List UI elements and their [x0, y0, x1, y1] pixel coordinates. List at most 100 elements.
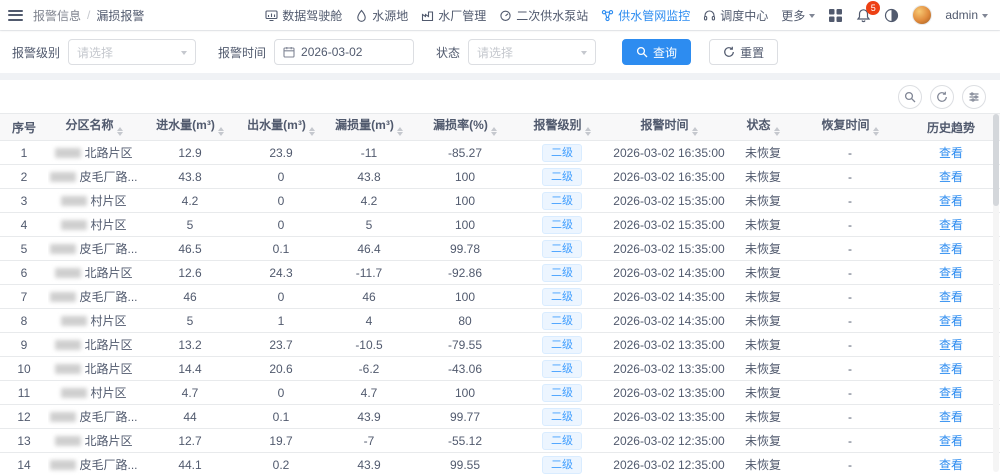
nav-data-cockpit[interactable]: 数据驾驶舱 — [265, 7, 342, 24]
query-button[interactable]: 查询 — [622, 39, 692, 65]
alarm-level-select[interactable]: 请选择 — [68, 39, 197, 65]
col-level[interactable]: 报警级别 — [514, 113, 610, 141]
cell-status: 未恢复 — [728, 284, 798, 309]
theme-icon[interactable] — [884, 8, 899, 23]
vertical-scrollbar[interactable] — [993, 114, 999, 472]
cell-alarm-time: 2026-03-02 14:35:00 — [610, 260, 728, 285]
status-label: 状态 — [436, 45, 461, 60]
cell-inflow: 14.4 — [140, 356, 240, 381]
sort-icon[interactable] — [396, 124, 403, 139]
cell-outflow: 0 — [240, 164, 322, 189]
cell-outflow: 0 — [240, 284, 322, 309]
cell-alarm-time: 2026-03-02 14:35:00 — [610, 308, 728, 333]
view-link[interactable]: 查看 — [939, 218, 963, 232]
sort-icon[interactable] — [308, 124, 315, 139]
cell-inflow: 12.6 — [140, 260, 240, 285]
cell-outflow: 0 — [240, 212, 322, 237]
cell-zone: 北路片区 — [48, 332, 140, 357]
cell-alarm-time: 2026-03-02 15:35:00 — [610, 236, 728, 261]
nav-water-source[interactable]: 水源地 — [355, 7, 408, 24]
alarm-level-label: 报警级别 — [12, 45, 61, 60]
sort-icon[interactable] — [872, 124, 879, 139]
view-link[interactable]: 查看 — [939, 290, 963, 304]
cell-zone: 皮毛厂路... — [48, 164, 140, 189]
sort-icon[interactable] — [691, 124, 698, 139]
scrollbar-thumb[interactable] — [993, 114, 999, 206]
col-loss[interactable]: 漏损量(m³) — [322, 113, 416, 141]
column-settings-icon[interactable] — [962, 85, 986, 109]
col-recover-time[interactable]: 恢复时间 — [798, 113, 902, 141]
cell-outflow: 19.7 — [240, 428, 322, 453]
cell-zone: 北路片区 — [48, 260, 140, 285]
sort-icon[interactable] — [490, 124, 497, 139]
view-link[interactable]: 查看 — [939, 338, 963, 352]
view-link[interactable]: 查看 — [939, 362, 963, 376]
cell-recover-time: - — [798, 140, 902, 165]
chevron-down-icon — [581, 50, 588, 58]
cell-status: 未恢复 — [728, 404, 798, 429]
view-link[interactable]: 查看 — [939, 410, 963, 424]
nav-dispatch-center[interactable]: 调度中心 — [703, 7, 768, 24]
sort-icon[interactable] — [217, 124, 224, 139]
view-link[interactable]: 查看 — [939, 170, 963, 184]
cell-action: 查看 — [902, 332, 1000, 357]
user-menu[interactable]: admin — [945, 8, 988, 22]
cell-loss-rate: 99.78 — [416, 236, 514, 261]
nav-pump-station[interactable]: 二次供水泵站 — [499, 7, 588, 24]
view-link[interactable]: 查看 — [939, 194, 963, 208]
apps-grid-icon[interactable] — [828, 8, 843, 23]
table-search-icon[interactable] — [898, 85, 922, 109]
cell-outflow: 0.2 — [240, 452, 322, 475]
col-history-trend: 历史趋势 — [902, 113, 1000, 141]
view-link[interactable]: 查看 — [939, 458, 963, 472]
reset-button[interactable]: 重置 — [709, 39, 779, 65]
cell-status: 未恢复 — [728, 428, 798, 453]
menu-collapse-icon[interactable] — [8, 9, 23, 21]
table-row: 7 皮毛厂路... 46 0 46 100 二级 2026-03-02 14:3… — [0, 284, 1000, 309]
nav-more[interactable]: 更多 — [781, 7, 816, 24]
view-link[interactable]: 查看 — [939, 146, 963, 160]
sort-icon[interactable] — [116, 124, 123, 139]
cell-recover-time: - — [798, 188, 902, 213]
cell-recover-time: - — [798, 380, 902, 405]
col-status[interactable]: 状态 — [728, 113, 798, 141]
alarm-date-input[interactable]: 2026-03-02 — [274, 39, 415, 65]
table-row: 14 皮毛厂路... 44.1 0.2 43.9 99.55 二级 2026-0… — [0, 452, 1000, 475]
col-inflow[interactable]: 进水量(m³) — [140, 113, 240, 141]
cell-loss-rate: -79.55 — [416, 332, 514, 357]
sort-icon[interactable] — [773, 124, 780, 139]
avatar[interactable] — [912, 5, 933, 25]
cell-alarm-time: 2026-03-02 14:35:00 — [610, 284, 728, 309]
view-link[interactable]: 查看 — [939, 314, 963, 328]
headset-icon — [704, 9, 716, 20]
cell-zone: 村片区 — [48, 212, 140, 237]
cell-zone: 皮毛厂路... — [48, 452, 140, 475]
cell-status: 未恢复 — [728, 236, 798, 261]
cell-loss: 4.7 — [322, 380, 416, 405]
view-link[interactable]: 查看 — [939, 242, 963, 256]
col-zone[interactable]: 分区名称 — [48, 113, 140, 141]
view-link[interactable]: 查看 — [939, 266, 963, 280]
cell-inflow: 5 — [140, 212, 240, 237]
sort-icon[interactable] — [584, 124, 591, 139]
col-outflow[interactable]: 出水量(m³) — [240, 113, 322, 141]
cell-recover-time: - — [798, 260, 902, 285]
view-link[interactable]: 查看 — [939, 386, 963, 400]
cell-action: 查看 — [902, 236, 1000, 261]
cell-loss: -11.7 — [322, 260, 416, 285]
status-select[interactable]: 请选择 — [468, 39, 597, 65]
cell-loss-rate: 99.77 — [416, 404, 514, 429]
cell-inflow: 44 — [140, 404, 240, 429]
nav-pipe-network-monitor[interactable]: 供水管网监控 — [601, 7, 690, 24]
nav-water-plant[interactable]: 水厂管理 — [421, 7, 486, 24]
table-refresh-icon[interactable] — [930, 85, 954, 109]
view-link[interactable]: 查看 — [939, 434, 963, 448]
col-loss-rate[interactable]: 漏损率(%) — [416, 113, 514, 141]
cell-zone: 北路片区 — [48, 356, 140, 381]
notification-bell-icon[interactable]: 5 — [856, 0, 881, 23]
pipe-network-icon — [602, 9, 614, 21]
cell-zone: 村片区 — [48, 308, 140, 333]
cell-loss: 43.9 — [322, 452, 416, 475]
col-alarm-time[interactable]: 报警时间 — [610, 113, 728, 141]
water-drop-icon — [357, 9, 366, 22]
